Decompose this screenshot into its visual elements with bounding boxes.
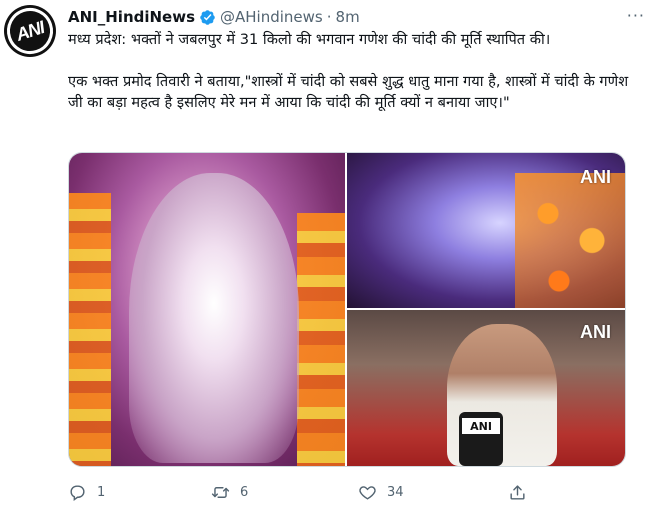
photo-idol-side-view[interactable]: ANI: [347, 153, 625, 308]
retweet-icon: [211, 486, 230, 498]
retweet-button[interactable]: 6: [211, 483, 248, 502]
tweet-time[interactable]: 8m: [336, 8, 360, 26]
like-count: 34: [387, 484, 404, 500]
verified-badge-icon: [200, 9, 215, 25]
tweet-header: ANI_HindiNews @AHindinews · 8m: [68, 6, 627, 28]
ani-logo: ANI: [4, 5, 56, 57]
reply-count: 1: [97, 484, 106, 500]
avatar[interactable]: ANI: [4, 5, 56, 57]
reply-button[interactable]: 1: [68, 483, 105, 502]
mic-label: ANI: [462, 418, 500, 434]
tweet-actions: 1 6 34: [68, 478, 548, 506]
more-options-icon[interactable]: ···: [627, 6, 645, 25]
silver-idol: [129, 173, 299, 463]
author-handle[interactable]: @AHindinews: [220, 8, 323, 26]
author-name[interactable]: ANI_HindiNews: [68, 8, 195, 26]
marigold-garland-right: [297, 213, 345, 466]
photo-devotee-interview[interactable]: ANI ANI: [347, 310, 625, 466]
heart-icon: [359, 485, 376, 500]
ani-watermark: ANI: [580, 322, 611, 342]
marigold-garland-left: [69, 193, 111, 466]
photo-ganesh-idol[interactable]: [69, 153, 345, 466]
like-button[interactable]: 34: [358, 483, 404, 502]
tweet-text: मध्य प्रदेश: भक्तों ने जबलपुर में 31 किल…: [68, 29, 634, 134]
share-button[interactable]: [508, 483, 527, 502]
ani-watermark: ANI: [580, 167, 611, 187]
tweet-line-2: एक भक्त प्रमोद तिवारी ने बताया,"शास्त्रो…: [68, 73, 629, 111]
reply-icon: [70, 484, 85, 501]
retweet-count: 6: [240, 484, 249, 500]
tweet-line-1: मध्य प्रदेश: भक्तों ने जबलपुर में 31 किल…: [68, 31, 551, 48]
flower-decoration: [515, 173, 625, 308]
tweet-media: ANI ANI ANI: [68, 152, 626, 467]
separator-dot: ·: [326, 8, 332, 26]
share-icon: [510, 484, 525, 500]
